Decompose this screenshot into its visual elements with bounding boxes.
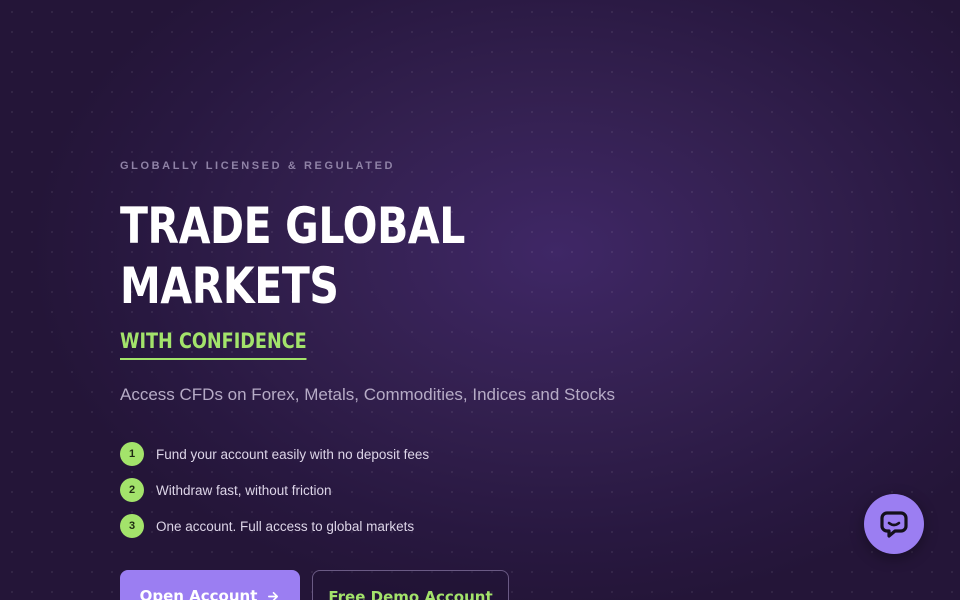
- feature-item: 3 One account. Full access to global mar…: [120, 514, 429, 538]
- hero-subtitle: Access CFDs on Forex, Metals, Commoditie…: [120, 385, 616, 404]
- arrow-right-icon: [267, 587, 280, 600]
- step-number-badge: 3: [120, 514, 144, 538]
- feature-list: 1 Fund your account easily with no depos…: [120, 442, 429, 550]
- headline-line-2: MARKETS: [120, 257, 339, 315]
- free-demo-label: Free Demo Account: [328, 588, 493, 600]
- feature-text: Fund your account easily with no deposit…: [156, 446, 430, 462]
- open-account-button[interactable]: Open Account: [120, 570, 300, 600]
- hero-headline: TRADE GLOBAL MARKETS: [120, 196, 465, 316]
- hero-tagline: WITH CONFIDENCE: [120, 328, 307, 360]
- chat-bubble-icon: [879, 509, 909, 539]
- free-demo-account-button[interactable]: Free Demo Account: [312, 570, 509, 600]
- feature-text: One account. Full access to global marke…: [156, 518, 415, 534]
- feature-text: Withdraw fast, without friction: [156, 482, 332, 498]
- step-number-badge: 2: [120, 478, 144, 502]
- feature-item: 2 Withdraw fast, without friction: [120, 478, 429, 502]
- headline-line-1: TRADE GLOBAL: [120, 197, 465, 255]
- open-account-label: Open Account: [139, 587, 258, 600]
- step-number-badge: 1: [120, 442, 144, 466]
- chat-launcher-button[interactable]: [864, 494, 924, 554]
- eyebrow-text: GLOBALLY LICENSED & REGULATED: [120, 160, 396, 172]
- feature-item: 1 Fund your account easily with no depos…: [120, 442, 429, 466]
